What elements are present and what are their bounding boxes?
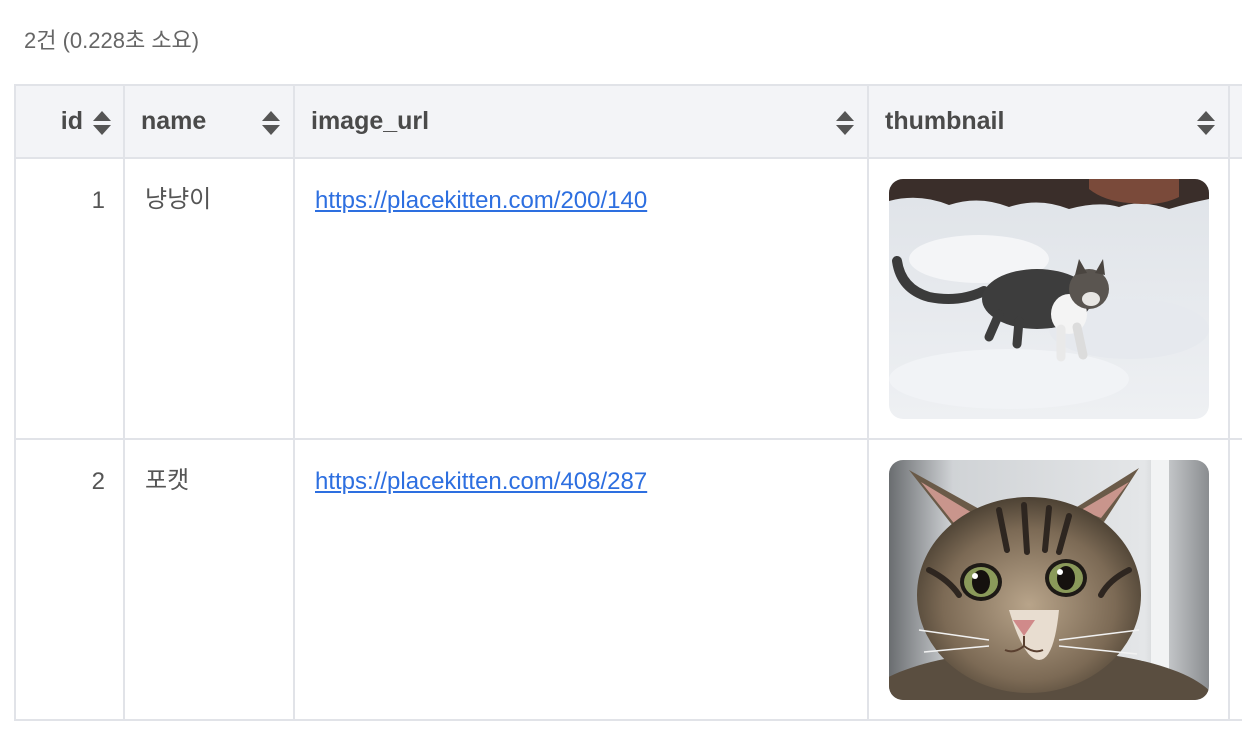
column-header-overflow <box>1228 84 1242 159</box>
sort-icon[interactable] <box>261 110 281 136</box>
cell-thumbnail <box>867 157 1230 440</box>
column-header-thumbnail[interactable]: thumbnail <box>867 84 1230 159</box>
cell-thumbnail <box>867 438 1230 721</box>
column-header-label: name <box>141 107 207 135</box>
cell-id: 2 <box>14 438 125 721</box>
image-url-link[interactable]: https://placekitten.com/200/140 <box>315 187 647 214</box>
results-table-container: id name image_url thumbnail 1 냥냥이 https:… <box>14 84 1242 721</box>
cell-image-url: https://placekitten.com/200/140 <box>293 157 869 440</box>
cell-id: 1 <box>14 157 125 440</box>
cell-overflow <box>1228 157 1242 440</box>
column-header-name[interactable]: name <box>123 84 295 159</box>
cell-name: 냥냥이 <box>123 157 295 440</box>
cell-image-url: https://placekitten.com/408/287 <box>293 438 869 721</box>
sort-icon[interactable] <box>1196 110 1216 136</box>
results-table: id name image_url thumbnail 1 냥냥이 https:… <box>14 84 1242 721</box>
sort-icon[interactable] <box>92 110 112 136</box>
cell-name: 포캣 <box>123 438 295 721</box>
column-header-image-url[interactable]: image_url <box>293 84 869 159</box>
result-summary: 2건 (0.228초 소요) <box>24 28 200 53</box>
tabby-kitten-portrait-image <box>889 460 1209 700</box>
sort-icon[interactable] <box>835 110 855 136</box>
column-header-label: image_url <box>311 107 430 135</box>
table-row: 1 냥냥이 https://placekitten.com/200/140 <box>14 157 1242 440</box>
table-row: 2 포캣 https://placekitten.com/408/287 <box>14 438 1242 721</box>
column-header-id[interactable]: id <box>14 84 125 159</box>
column-header-label: id <box>60 107 83 135</box>
table-header-row: id name image_url thumbnail <box>14 84 1242 159</box>
column-header-label: thumbnail <box>885 107 1005 135</box>
image-url-link[interactable]: https://placekitten.com/408/287 <box>315 468 647 495</box>
kitten-in-snow-image <box>889 179 1209 419</box>
cell-overflow <box>1228 438 1242 721</box>
